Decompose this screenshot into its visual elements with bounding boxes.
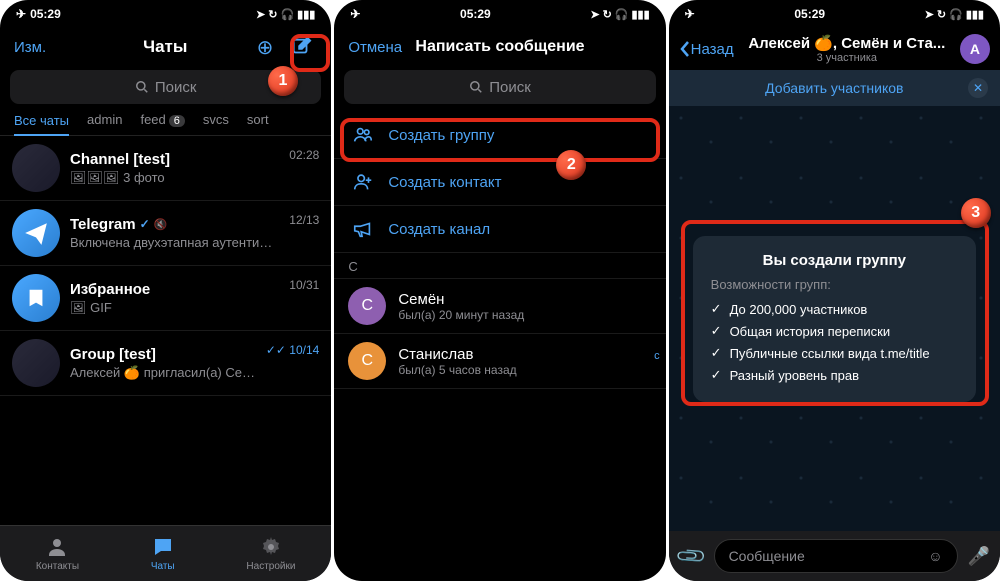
search-input[interactable]: Поиск	[344, 70, 655, 104]
chat-row[interactable]: Telegram ✓ 🔇 Включена двухэтапная аутенти…	[0, 201, 331, 266]
mic-icon[interactable]: 🎤	[968, 546, 990, 567]
airplane-icon: ✈︎	[350, 7, 360, 21]
close-icon[interactable]: ✕	[968, 78, 988, 98]
index-letter[interactable]: с	[654, 350, 660, 362]
status-time: 05:29	[30, 7, 61, 21]
message-input-bar: 📎 Сообщение ☺ 🎤	[669, 531, 1000, 581]
sync-icon: ↻	[268, 8, 277, 21]
chat-name: Group [test]	[70, 346, 256, 363]
page-title: Написать сообщение	[415, 38, 584, 56]
header: Изм. Чаты ⊕	[0, 28, 331, 66]
chat-preview: 🖼🖼🖼 3 фото	[70, 170, 279, 186]
nav-chats[interactable]: Чаты	[151, 535, 175, 572]
chat-avatar	[12, 274, 60, 322]
tab-svcs[interactable]: svcs	[203, 112, 229, 127]
tab-all[interactable]: Все чаты	[14, 113, 69, 136]
contact-row[interactable]: С Семёнбыл(а) 20 минут назад	[334, 279, 665, 334]
section-header: С	[334, 253, 665, 279]
status-bar: ✈︎ 05:29 ➤↻🎧▮▮▮	[0, 0, 331, 28]
screen-chats: ✈︎ 05:29 ➤↻🎧▮▮▮ Изм. Чаты ⊕ Поиск Все чат…	[0, 0, 331, 581]
status-time: 05:29	[460, 7, 491, 21]
sticker-icon[interactable]: ☺	[928, 548, 942, 564]
chat-title-area[interactable]: Алексей 🍊, Семён и Ста... 3 участника	[740, 34, 954, 64]
group-avatar[interactable]: А	[960, 34, 990, 64]
card-item: ✓До 200,000 участников	[711, 298, 958, 320]
info-card: Вы создали группу Возможности групп: ✓До…	[693, 236, 976, 402]
contact-avatar: С	[348, 342, 386, 380]
create-group-button[interactable]: Создать группу	[334, 112, 665, 159]
card-item: ✓Публичные ссылки вида t.me/title	[711, 342, 958, 364]
new-folder-icon[interactable]: ⊕	[257, 35, 274, 60]
chat-subtitle: 3 участника	[740, 52, 954, 64]
search-placeholder: Поиск	[489, 79, 531, 96]
tab-feed[interactable]: feed6	[140, 112, 184, 127]
airplane-icon: ✈︎	[685, 7, 695, 21]
contact-row[interactable]: С Станиславбыл(а) 5 часов назад	[334, 334, 665, 389]
edit-button[interactable]: Изм.	[14, 39, 74, 56]
cancel-button[interactable]: Отмена	[348, 39, 408, 56]
chat-time: 02:28	[289, 148, 319, 162]
compose-button[interactable]	[285, 31, 317, 63]
contact-name: Семён	[398, 291, 524, 308]
chat-time: 12/13	[289, 213, 319, 227]
status-bar: ✈︎ 05:29 ➤↻🎧▮▮▮	[669, 0, 1000, 28]
tab-admin[interactable]: admin	[87, 112, 122, 127]
screen-group-created: ✈︎ 05:29 ➤↻🎧▮▮▮ Назад Алексей 🍊, Семён и…	[669, 0, 1000, 581]
chat-time: 10/31	[289, 278, 319, 292]
page-title: Чаты	[143, 37, 187, 57]
chat-avatar	[12, 209, 60, 257]
tab-sort[interactable]: sort	[247, 112, 269, 127]
mute-icon: 🔇	[154, 218, 168, 231]
contact-name: Станислав	[398, 346, 516, 363]
airplane-icon: ✈︎	[16, 7, 26, 21]
chat-row[interactable]: Group [test] Алексей 🍊 пригласил(а) Семён…	[0, 331, 331, 396]
chat-name: Telegram	[70, 216, 136, 233]
chat-background: Вы создали группу Возможности групп: ✓До…	[669, 106, 1000, 531]
search-placeholder: Поиск	[155, 79, 197, 96]
nav-contacts[interactable]: Контакты	[36, 535, 79, 572]
folder-tabs: Все чаты admin feed6 svcs sort	[0, 112, 331, 136]
contact-avatar: С	[348, 287, 386, 325]
chat-header: Назад Алексей 🍊, Семён и Ста... 3 участн…	[669, 28, 1000, 70]
battery-icon: ▮▮▮	[297, 8, 315, 21]
header: Отмена Написать сообщение	[334, 28, 665, 66]
callout-3: 3	[961, 198, 991, 228]
verified-icon: ✓	[140, 217, 150, 231]
screen-compose: ✈︎ 05:29 ➤↻🎧▮▮▮ Отмена Написать сообщени…	[334, 0, 665, 581]
chat-name: Избранное	[70, 281, 279, 298]
create-contact-button[interactable]: Создать контакт	[334, 159, 665, 206]
attach-icon[interactable]: 📎	[673, 538, 708, 573]
chat-time: ✓✓ 10/14	[266, 343, 319, 357]
chat-preview: Включена двухэтапная аутентификация! Але…	[70, 235, 279, 251]
chat-row[interactable]: Избранное 🖼 GIF 10/31	[0, 266, 331, 331]
contact-status: был(а) 5 часов назад	[398, 363, 516, 377]
add-members-bar[interactable]: Добавить участников ✕	[669, 70, 1000, 106]
nav-settings[interactable]: Настройки	[246, 535, 295, 572]
card-title: Вы создали группу	[711, 252, 958, 269]
chat-name: Channel [test]	[70, 151, 279, 168]
card-item: ✓Разный уровень прав	[711, 364, 958, 386]
callout-1: 1	[268, 66, 298, 96]
headset-icon: 🎧	[280, 8, 294, 21]
card-subtitle: Возможности групп:	[711, 277, 958, 292]
gps-icon: ➤	[256, 8, 265, 21]
bottom-nav: Контакты Чаты Настройки	[0, 525, 331, 581]
feed-badge: 6	[169, 115, 185, 127]
chat-title: Алексей 🍊, Семён и Ста...	[740, 34, 954, 52]
chat-avatar	[12, 144, 60, 192]
back-button[interactable]: Назад	[679, 40, 734, 58]
status-time: 05:29	[794, 7, 825, 21]
chat-preview: Алексей 🍊 пригласил(а) Семён	[70, 365, 256, 381]
chat-preview: 🖼 GIF	[70, 300, 279, 316]
contact-status: был(а) 20 минут назад	[398, 308, 524, 322]
chat-avatar	[12, 339, 60, 387]
message-input[interactable]: Сообщение ☺	[714, 539, 958, 573]
create-channel-button[interactable]: Создать канал	[334, 206, 665, 253]
status-bar: ✈︎ 05:29 ➤↻🎧▮▮▮	[334, 0, 665, 28]
card-item: ✓Общая история переписки	[711, 320, 958, 342]
chat-row[interactable]: Channel [test] 🖼🖼🖼 3 фото 02:28	[0, 136, 331, 201]
